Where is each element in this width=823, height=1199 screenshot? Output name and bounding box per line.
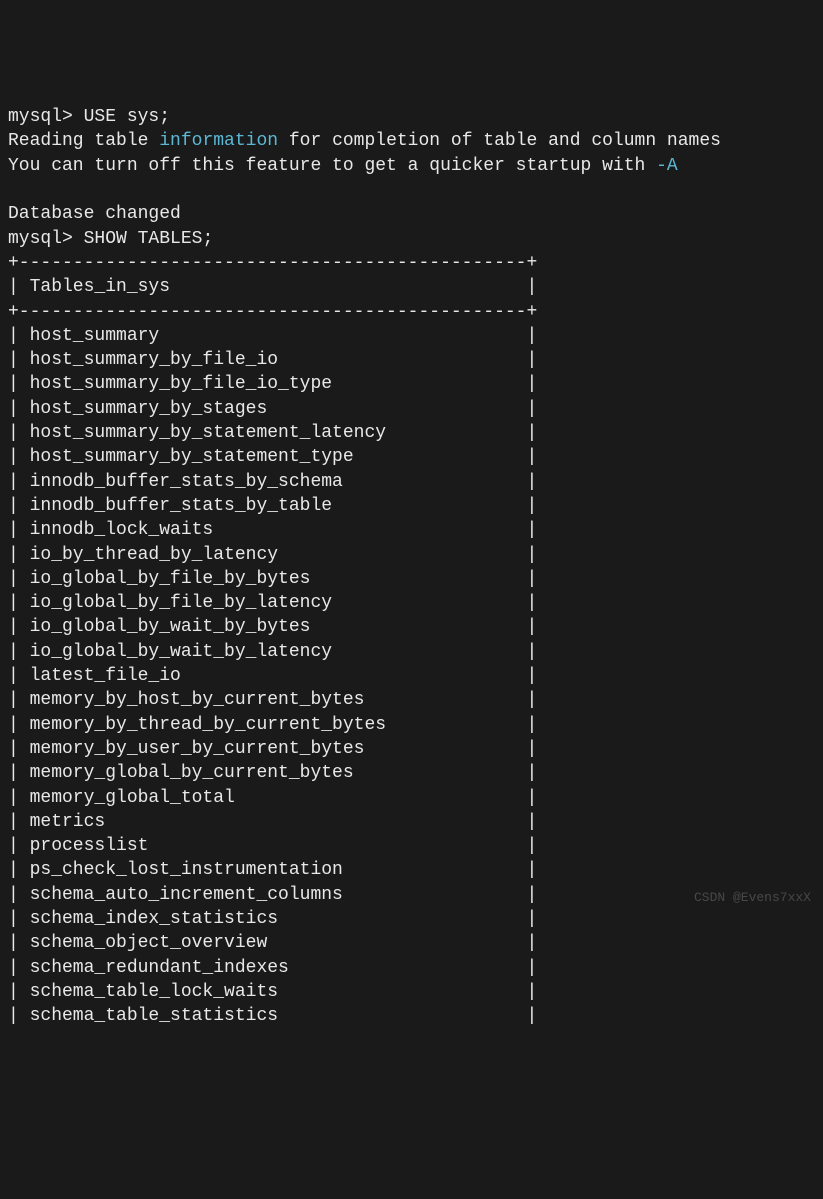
- info-line-2: You can turn off this feature to get a q…: [8, 154, 815, 178]
- table-row: | memory_global_by_current_bytes |: [8, 761, 815, 785]
- table-border-mid: +---------------------------------------…: [8, 300, 815, 324]
- info-text: You can turn off this feature to get a q…: [8, 156, 656, 176]
- info-text: Reading table: [8, 131, 159, 151]
- table-row: | latest_file_io |: [8, 664, 815, 688]
- table-row: | schema_table_lock_waits |: [8, 980, 815, 1004]
- table-row: | schema_index_statistics |: [8, 907, 815, 931]
- table-row: | memory_by_user_by_current_bytes |: [8, 737, 815, 761]
- table-row: | schema_redundant_indexes |: [8, 956, 815, 980]
- table-row: | schema_table_statistics |: [8, 1004, 815, 1028]
- table-border-top: +---------------------------------------…: [8, 251, 815, 275]
- info-text: for completion of table and column names: [278, 131, 721, 151]
- table-row: | memory_by_thread_by_current_bytes |: [8, 713, 815, 737]
- info-flag: -A: [656, 156, 678, 176]
- table-header: | Tables_in_sys |: [8, 275, 815, 299]
- table-row: | io_global_by_file_by_latency |: [8, 591, 815, 615]
- table-row: | memory_by_host_by_current_bytes |: [8, 688, 815, 712]
- table-row: | schema_object_overview |: [8, 931, 815, 955]
- table-row: | host_summary_by_file_io |: [8, 348, 815, 372]
- table-row: | io_global_by_file_by_bytes |: [8, 567, 815, 591]
- table-row: | memory_global_total |: [8, 786, 815, 810]
- command-text: SHOW TABLES;: [84, 229, 214, 249]
- table-row: | host_summary_by_statement_type |: [8, 445, 815, 469]
- table-row: | host_summary |: [8, 324, 815, 348]
- command-text: USE sys;: [84, 107, 170, 127]
- table-row: | ps_check_lost_instrumentation |: [8, 858, 815, 882]
- table-body: | host_summary || host_summary_by_file_i…: [8, 324, 815, 1029]
- table-row: | processlist |: [8, 834, 815, 858]
- table-row: | io_global_by_wait_by_latency |: [8, 640, 815, 664]
- command-line-2: mysql> SHOW TABLES;: [8, 227, 815, 251]
- table-row: | host_summary_by_stages |: [8, 397, 815, 421]
- table-row: | innodb_buffer_stats_by_table |: [8, 494, 815, 518]
- command-line-1: mysql> USE sys;: [8, 105, 815, 129]
- mysql-prompt: mysql>: [8, 107, 84, 127]
- table-row: | host_summary_by_statement_latency |: [8, 421, 815, 445]
- table-row: | io_by_thread_by_latency |: [8, 543, 815, 567]
- table-row: | metrics |: [8, 810, 815, 834]
- db-changed-line: Database changed: [8, 202, 815, 226]
- info-keyword: information: [159, 131, 278, 151]
- table-row: | host_summary_by_file_io_type |: [8, 372, 815, 396]
- table-row: | innodb_lock_waits |: [8, 518, 815, 542]
- info-line-1: Reading table information for completion…: [8, 129, 815, 153]
- table-row: | io_global_by_wait_by_bytes |: [8, 615, 815, 639]
- mysql-prompt: mysql>: [8, 229, 84, 249]
- table-row: | innodb_buffer_stats_by_schema |: [8, 470, 815, 494]
- watermark: CSDN @Evens7xxX: [694, 889, 811, 907]
